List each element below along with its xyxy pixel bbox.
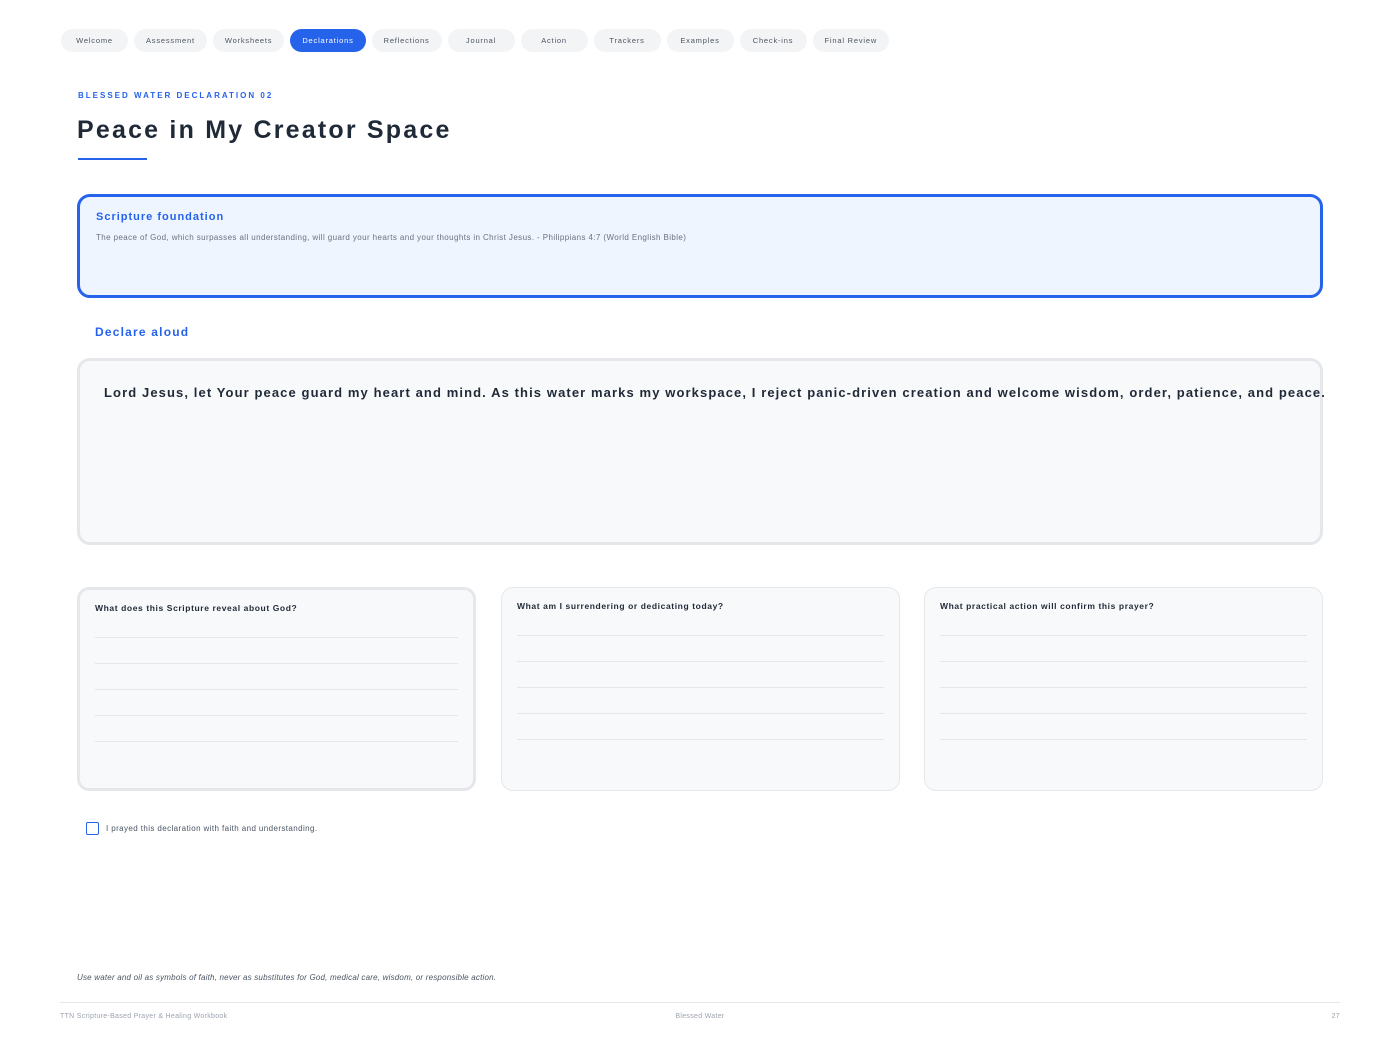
- section-eyebrow: BLESSED WATER DECLARATION 02: [78, 91, 274, 100]
- writing-line: [517, 713, 884, 714]
- writing-lines[interactable]: [95, 637, 458, 742]
- writing-line: [517, 635, 884, 636]
- confirmation-row: I prayed this declaration with faith and…: [86, 822, 317, 835]
- writing-line: [940, 635, 1307, 636]
- tab-journal[interactable]: Journal: [447, 29, 515, 52]
- scripture-heading: Scripture foundation: [96, 211, 225, 223]
- writing-line: [940, 713, 1307, 714]
- writing-line: [517, 739, 884, 740]
- footer-divider: [60, 1002, 1340, 1003]
- tab-worksheets[interactable]: Worksheets: [212, 29, 285, 52]
- title-underline: [78, 158, 147, 160]
- declaration-text: Lord Jesus, let Your peace guard my hear…: [104, 385, 1326, 400]
- tab-welcome[interactable]: Welcome: [61, 29, 128, 52]
- tab-final-review[interactable]: Final Review: [812, 29, 890, 52]
- writing-line: [517, 661, 884, 662]
- confirmation-label: I prayed this declaration with faith and…: [106, 824, 318, 833]
- prompt-question: What does this Scripture reveal about Go…: [95, 603, 298, 613]
- declaration-card: Lord Jesus, let Your peace guard my hear…: [77, 358, 1326, 545]
- declare-heading: Declare aloud: [95, 325, 190, 339]
- prompt-question: What am I surrendering or dedicating tod…: [517, 601, 724, 611]
- tab-declarations[interactable]: Declarations: [290, 29, 366, 52]
- prompt-card-action[interactable]: What practical action will confirm this …: [924, 587, 1323, 791]
- section-tabs: Welcome Assessment Worksheets Declaratio…: [61, 29, 890, 52]
- scripture-card: Scripture foundation The peace of God, w…: [77, 194, 1323, 298]
- writing-lines[interactable]: [517, 635, 884, 740]
- writing-line: [95, 663, 458, 664]
- tab-examples[interactable]: Examples: [666, 29, 734, 52]
- writing-line: [95, 715, 458, 716]
- tab-trackers[interactable]: Trackers: [593, 29, 661, 52]
- prompt-card-scripture[interactable]: What does this Scripture reveal about Go…: [77, 587, 476, 791]
- writing-line: [95, 637, 458, 638]
- scripture-text: The peace of God, which surpasses all un…: [96, 233, 687, 242]
- page-title: Peace in My Creator Space: [77, 116, 452, 144]
- writing-lines[interactable]: [940, 635, 1307, 740]
- page-number: 27: [1331, 1013, 1340, 1020]
- prompt-card-surrender[interactable]: What am I surrendering or dedicating tod…: [501, 587, 900, 791]
- writing-line: [940, 661, 1307, 662]
- writing-line: [940, 739, 1307, 740]
- tab-assessment[interactable]: Assessment: [134, 29, 207, 52]
- tab-reflections[interactable]: Reflections: [371, 29, 442, 52]
- tab-check-ins[interactable]: Check-ins: [739, 29, 807, 52]
- writing-line: [940, 687, 1307, 688]
- footer-section: Blessed Water: [675, 1013, 725, 1020]
- prompt-question: What practical action will confirm this …: [940, 601, 1155, 611]
- writing-line: [95, 689, 458, 690]
- disclaimer-note: Use water and oil as symbols of faith, n…: [77, 973, 497, 982]
- writing-line: [517, 687, 884, 688]
- tab-action[interactable]: Action: [520, 29, 588, 52]
- writing-line: [95, 741, 458, 742]
- confirmation-checkbox[interactable]: [86, 822, 99, 835]
